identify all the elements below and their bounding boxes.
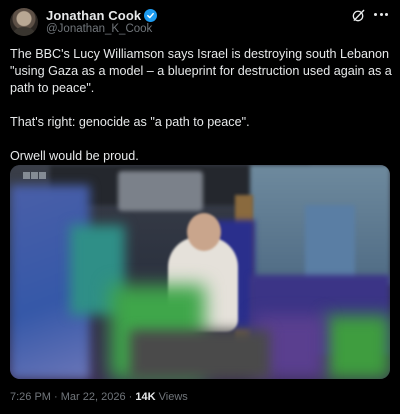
more-dot <box>374 13 377 16</box>
tweet-date[interactable]: Mar 22, 2026 <box>61 391 126 403</box>
more-dot <box>379 13 383 16</box>
tweet-video[interactable] <box>10 165 390 379</box>
video-child-head <box>187 213 221 251</box>
tweet-time[interactable]: 7:26 PM <box>10 391 51 403</box>
video-hanging-cloth <box>118 171 203 211</box>
avatar[interactable] <box>10 8 38 36</box>
verified-badge-icon <box>144 9 158 22</box>
views-count: 14K <box>135 391 156 403</box>
bbc-block <box>23 172 30 179</box>
author-display-name[interactable]: Jonathan Cook <box>46 8 141 23</box>
bbc-block <box>31 172 38 179</box>
video-foreground-green-right <box>325 315 390 379</box>
tweet-text: The BBC's Lucy Williamson says Israel is… <box>10 46 392 165</box>
meta-separator: · <box>128 391 133 403</box>
grok-icon[interactable] <box>351 8 366 23</box>
tweet-paragraph: That's right: genocide as "a path to pea… <box>10 115 250 129</box>
bbc-watermark <box>23 172 46 179</box>
video-ground <box>130 330 270 379</box>
tweet-header: Jonathan Cook @Jonathan_K_Cook <box>10 8 390 38</box>
tweet-meta: 7:26 PM · Mar 22, 2026 · 14K Views <box>10 391 188 403</box>
views-label: Views <box>158 391 188 403</box>
meta-separator: · <box>54 391 58 403</box>
more-options-icon[interactable] <box>374 13 388 19</box>
tweet-paragraph: Orwell would be proud. <box>10 149 139 163</box>
author-handle[interactable]: @Jonathan_K_Cook <box>46 23 152 35</box>
bbc-block <box>39 172 46 179</box>
avatar-figure <box>13 27 35 36</box>
tweet-card: Jonathan Cook @Jonathan_K_Cook The BBC's… <box>0 0 400 414</box>
author-name-row: Jonathan Cook <box>46 8 158 23</box>
tweet-paragraph: The BBC's Lucy Williamson says Israel is… <box>10 47 392 95</box>
more-dot <box>385 13 388 16</box>
